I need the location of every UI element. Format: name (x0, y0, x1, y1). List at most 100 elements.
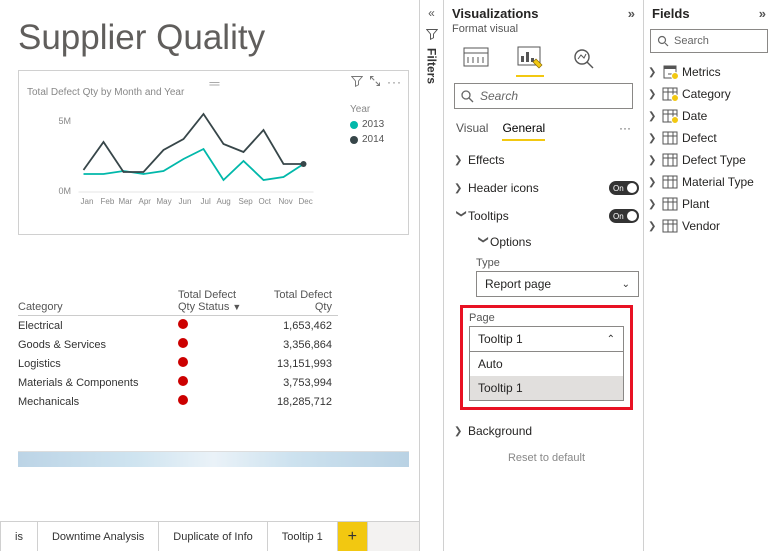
page-tab[interactable]: is (0, 522, 38, 551)
chevron-right-icon: ❯ (648, 155, 658, 166)
table-icon (662, 219, 678, 233)
table-row[interactable]: Mechanicals18,285,712 (18, 392, 338, 411)
status-dot-icon (178, 395, 188, 405)
chevron-right-icon: ❯ (648, 199, 658, 210)
filter-icon (426, 28, 438, 40)
chart-legend: Year 2013 2014 (350, 104, 400, 214)
col-category[interactable]: Category (18, 287, 178, 316)
pane-subtitle: Format visual (444, 23, 643, 39)
expand-right-icon[interactable]: » (628, 6, 635, 21)
format-card-background[interactable]: ❯ Background (454, 418, 639, 444)
table-row[interactable]: Materials & Components3,753,994 (18, 373, 338, 392)
chevron-right-icon: ❯ (648, 221, 658, 232)
format-card-tooltips[interactable]: ❯ Tooltips On (454, 203, 639, 229)
page-tab[interactable]: Duplicate of Info (159, 522, 268, 551)
table-row[interactable]: Goods & Services3,356,864 (18, 335, 338, 354)
map-visual[interactable] (18, 451, 409, 467)
svg-text:5M: 5M (59, 116, 72, 126)
legend-item-2014[interactable]: 2014 (350, 134, 400, 145)
expand-right-icon[interactable]: » (759, 6, 766, 21)
focus-mode-icon[interactable] (369, 75, 381, 89)
field-table-vendor[interactable]: ❯ Vendor (644, 215, 774, 237)
field-table-material-type[interactable]: ❯ Material Type (644, 171, 774, 193)
chevron-right-icon: ❯ (648, 111, 658, 122)
table-icon (662, 87, 678, 101)
field-table-defect-type[interactable]: ❯ Defect Type (644, 149, 774, 171)
tooltip-type-dropdown[interactable]: Report page ⌄ (476, 271, 639, 297)
fields-search-input[interactable]: Search (650, 29, 768, 53)
svg-text:Apr: Apr (139, 197, 152, 206)
legend-swatch (350, 121, 358, 129)
col-status[interactable]: Total Defect Qty Status ▼ (178, 287, 258, 316)
page-tab[interactable]: Downtime Analysis (38, 522, 159, 551)
format-card-header-icons[interactable]: ❯ Header icons On (454, 175, 639, 201)
pane-title: Visualizations (452, 6, 538, 21)
legend-swatch (350, 136, 358, 144)
table-row[interactable]: Logistics13,151,993 (18, 354, 338, 373)
subtab-visual[interactable]: Visual (456, 121, 488, 141)
page-dropdown-callout: Page Tooltip 1 ⌃ Auto Tooltip 1 (460, 305, 633, 410)
pane-title: Fields (652, 6, 690, 21)
chevron-down-icon: ⌄ (622, 279, 630, 290)
svg-text:Sep: Sep (239, 197, 254, 206)
field-table-plant[interactable]: ❯ Plant (644, 193, 774, 215)
search-placeholder: Search (674, 35, 709, 47)
table-icon (662, 175, 678, 189)
filter-icon[interactable] (351, 75, 363, 89)
measure-table-icon (662, 65, 678, 79)
format-card-options[interactable]: ❯ Options (476, 231, 639, 253)
search-placeholder: Search (480, 89, 518, 103)
format-card-effects[interactable]: ❯ Effects (454, 147, 639, 173)
chevron-right-icon: ❯ (648, 133, 658, 144)
toggle-on[interactable]: On (609, 209, 639, 223)
format-search-input[interactable]: Search (454, 83, 633, 109)
expand-left-icon[interactable]: « (428, 6, 435, 20)
page-label: Page (469, 312, 624, 324)
col-qty[interactable]: Total Defect Qty (258, 287, 338, 316)
search-icon (657, 35, 669, 47)
build-visual-tab[interactable] (458, 43, 494, 73)
field-table-category[interactable]: ❯ Category (644, 83, 774, 105)
more-options-icon[interactable]: ··· (387, 75, 402, 89)
field-table-metrics[interactable]: ❯ Metrics (644, 61, 774, 83)
svg-text:Nov: Nov (279, 197, 293, 206)
drag-handle-icon[interactable]: ═ (210, 75, 218, 91)
field-table-defect[interactable]: ❯ Defect (644, 127, 774, 149)
field-table-date[interactable]: ❯ Date (644, 105, 774, 127)
filters-label: Filters (425, 48, 439, 84)
line-chart-plot: 5M 0M JanFebMar AprMayJun JulAugSep OctN… (27, 104, 350, 214)
filters-pane-collapsed[interactable]: « Filters (419, 0, 443, 551)
legend-label: 2014 (362, 134, 384, 145)
visualizations-pane: Visualizations » Format visual Search Vi… (443, 0, 643, 551)
type-label: Type (476, 257, 639, 269)
svg-text:Jan: Jan (81, 197, 94, 206)
svg-text:Dec: Dec (299, 197, 313, 206)
svg-text:0M: 0M (59, 186, 72, 196)
toggle-on[interactable]: On (609, 181, 639, 195)
add-page-button[interactable]: + (338, 522, 368, 551)
table-icon (662, 197, 678, 211)
search-icon (461, 90, 474, 103)
format-visual-tab[interactable] (512, 43, 548, 73)
subtab-general[interactable]: General (502, 121, 545, 141)
dropdown-option[interactable]: Tooltip 1 (470, 376, 623, 400)
tooltip-page-dropdown[interactable]: Tooltip 1 ⌃ (469, 326, 624, 352)
svg-text:Feb: Feb (101, 197, 115, 206)
svg-text:Oct: Oct (259, 197, 272, 206)
sort-arrow-icon: ▼ (232, 302, 241, 312)
page-tabs: is Downtime Analysis Duplicate of Info T… (0, 521, 419, 551)
page-tab[interactable]: Tooltip 1 (268, 522, 338, 551)
legend-item-2013[interactable]: 2013 (350, 119, 400, 130)
status-dot-icon (178, 319, 188, 329)
analytics-tab[interactable] (566, 43, 602, 73)
line-chart-visual[interactable]: ═ ··· Total Defect Qty by Month and Year… (18, 70, 409, 235)
chevron-right-icon: ❯ (454, 155, 468, 166)
table-row[interactable]: Electrical1,653,462 (18, 316, 338, 336)
reset-to-default-link[interactable]: Reset to default (454, 452, 639, 464)
table-icon (662, 153, 678, 167)
chevron-right-icon: ❯ (648, 177, 658, 188)
dropdown-option[interactable]: Auto (470, 352, 623, 376)
tooltip-page-options: Auto Tooltip 1 (469, 352, 624, 401)
table-visual[interactable]: Category Total Defect Qty Status ▼ Total… (18, 287, 409, 411)
subtab-more-icon[interactable]: ··· (619, 121, 631, 141)
